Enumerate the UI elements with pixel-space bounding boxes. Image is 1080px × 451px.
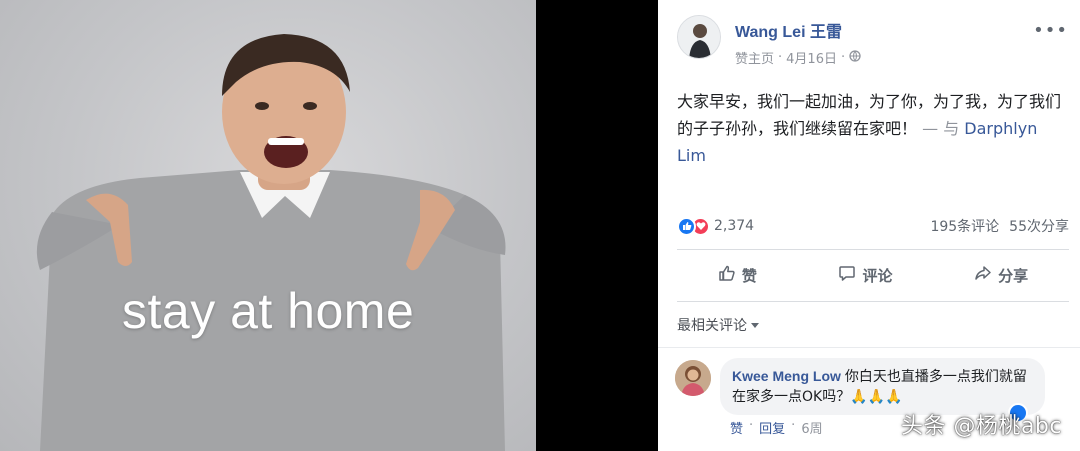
reaction-count[interactable]: 2,374 — [714, 218, 754, 234]
photo-frame-gap — [536, 0, 658, 451]
comment-button[interactable]: 评论 — [838, 264, 892, 286]
share-count-link[interactable]: 55次分享 — [1009, 216, 1069, 236]
meta-separator: · — [840, 50, 846, 65]
reactions-row: 2,374 195条评论 55次分享 — [677, 214, 1069, 238]
person-illustration — [36, 34, 506, 451]
share-button[interactable]: 分享 — [974, 264, 1028, 286]
divider — [677, 301, 1069, 302]
comment-author-link[interactable]: Kwee Meng Low — [732, 368, 841, 384]
sort-label: 最相关评论 — [677, 318, 747, 334]
comment-like-button[interactable]: 赞 — [730, 418, 743, 437]
ellipsis-icon[interactable]: ••• — [1033, 20, 1068, 41]
photo-caption: stay at home — [122, 283, 415, 339]
source-watermark: 头条 @杨桃abc — [900, 414, 1062, 439]
globe-icon — [849, 49, 861, 66]
share-icon — [974, 264, 992, 286]
author-name-link[interactable]: Wang Lei 王雷 — [735, 18, 842, 42]
post-meta: 赞主页 · 4月16日 · — [735, 48, 861, 67]
commenter-avatar[interactable] — [675, 360, 711, 396]
comment-time[interactable]: 6周 — [801, 418, 822, 437]
comment-actions: 赞 · 回复 · 6周 — [730, 418, 823, 437]
divider — [677, 249, 1069, 250]
post-text: 大家早安，我们一起加油，为了你，为了我，为了我们的子子孙孙，我们继续留在家吧！ … — [677, 88, 1069, 169]
post-stats: 195条评论 55次分享 — [930, 216, 1069, 236]
divider — [658, 347, 1080, 348]
thumbs-up-icon — [718, 264, 736, 286]
post-panel: Wang Lei 王雷 赞主页 · 4月16日 · ••• 大家早安，我们一起加… — [658, 0, 1080, 451]
like-label: 赞 — [741, 266, 757, 285]
author-avatar[interactable] — [677, 15, 721, 59]
with-label: — 与 — [922, 119, 960, 138]
comment-sort-dropdown[interactable]: 最相关评论 — [677, 315, 759, 335]
comment-icon — [838, 264, 856, 286]
post-photo[interactable]: stay at home — [0, 0, 536, 451]
comment-label: 评论 — [862, 266, 893, 285]
share-label: 分享 — [998, 266, 1029, 285]
comment-bubble: Kwee Meng Low 你白天也直播多一点我们就留在家多一点OK吗？🙏🙏🙏 — [720, 358, 1045, 415]
post-date[interactable]: 4月16日 — [786, 48, 837, 67]
like-page-link[interactable]: 赞主页 — [735, 48, 774, 67]
like-reaction-icon[interactable] — [677, 216, 696, 236]
meta-separator: · — [778, 50, 783, 65]
comment-reply-button[interactable]: 回复 — [759, 418, 785, 437]
like-button[interactable]: 赞 — [718, 264, 757, 286]
action-separator: · — [791, 418, 796, 433]
post-actions: 赞 评论 分享 — [677, 256, 1069, 294]
comment-count-link[interactable]: 195条评论 — [930, 216, 999, 236]
action-separator: · — [749, 418, 754, 433]
caret-down-icon — [751, 317, 759, 333]
